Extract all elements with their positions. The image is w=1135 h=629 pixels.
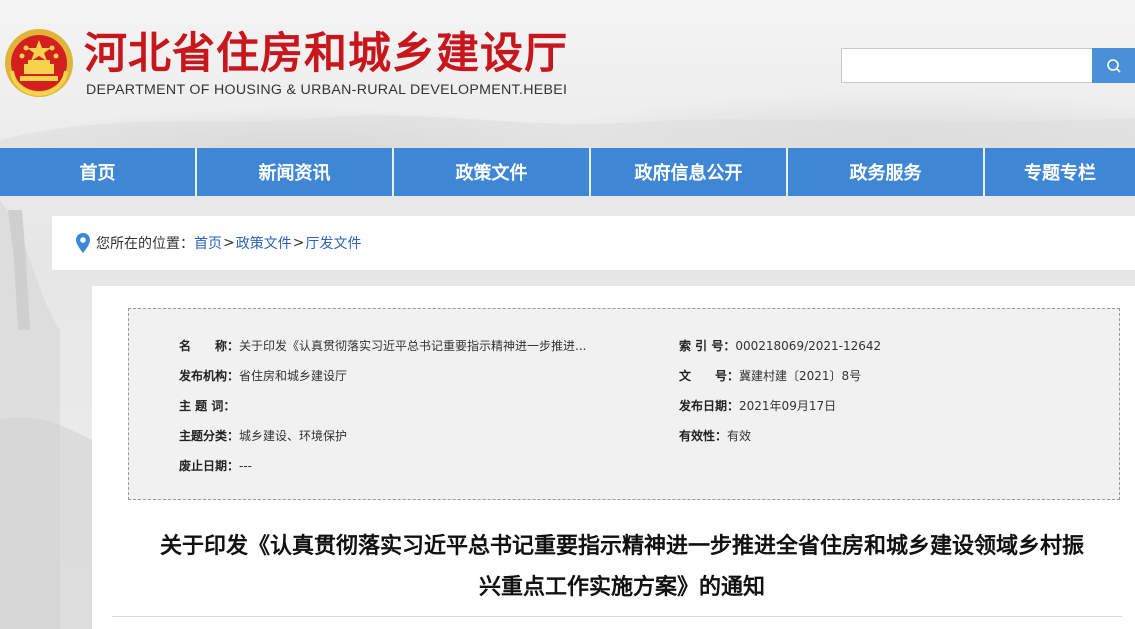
site-subtitle: DEPARTMENT OF HOUSING & URBAN-RURAL DEVE… — [86, 82, 568, 98]
search-icon — [1106, 58, 1121, 73]
breadcrumb-separator: > — [292, 235, 305, 251]
meta-doc-no-value: 冀建村建〔2021〕8号 — [739, 369, 862, 383]
meta-expiry-row: 废止日期： --- — [179, 457, 252, 474]
meta-expiry-value: --- — [239, 458, 253, 473]
meta-category-label: 主题分类： — [179, 429, 240, 443]
site-header: 河北省住房和城乡建设厅 DEPARTMENT OF HOUSING & URBA… — [0, 0, 1135, 148]
content-panel: 名 称： 关于印发《认真贯彻落实习近平总书记重要指示精神进一步推进... 发布机… — [92, 286, 1135, 629]
meta-expiry-label: 废止日期： — [179, 459, 240, 473]
nav-item-policy[interactable]: 政策文件 — [394, 148, 591, 196]
meta-validity-row: 有效性： 有效 — [679, 427, 751, 444]
site-title: 河北省住房和城乡建设厅 — [84, 29, 568, 79]
search-button[interactable] — [1092, 48, 1135, 83]
meta-category-value: 城乡建设、环境保护 — [239, 429, 348, 443]
breadcrumb-separator: > — [223, 235, 235, 251]
document-metadata: 名 称： 关于印发《认真贯彻落实习近平总书记重要指示精神进一步推进... 发布机… — [128, 308, 1120, 500]
meta-name-row: 名 称： 关于印发《认真贯彻落实习近平总书记重要指示精神进一步推进... — [179, 337, 586, 354]
meta-index-row: 索 引 号： 000218069/2021-12642 — [679, 337, 881, 354]
title-divider — [112, 616, 1122, 617]
meta-validity-value: 有效 — [727, 429, 752, 443]
document-title-line: 关于印发《认真贯彻落实习近平总书记重要指示精神进一步推进全省住房和城乡建设领域乡… — [159, 534, 1084, 559]
nav-item-services[interactable]: 政务服务 — [788, 148, 985, 196]
location-pin-icon — [76, 233, 90, 253]
main-nav: 首页 新闻资讯 政策文件 政府信息公开 政务服务 专题专栏 — [0, 148, 1135, 196]
meta-subject-label: 主 题 词： — [179, 399, 236, 413]
breadcrumb-policy[interactable]: 政策文件 — [236, 233, 292, 253]
search-input[interactable] — [841, 48, 1092, 83]
meta-doc-no-row: 文 号： 冀建村建〔2021〕8号 — [679, 367, 861, 384]
meta-index-value: 000218069/2021-12642 — [735, 338, 882, 353]
breadcrumb: 您所在的位置： 首页 > 政策文件 > 厅发文件 — [52, 216, 1135, 270]
meta-name-value: 关于印发《认真贯彻落实习近平总书记重要指示精神进一步推进... — [239, 339, 587, 353]
breadcrumb-prefix: 您所在的位置： — [96, 236, 194, 252]
meta-date-row: 发布日期： 2021年09月17日 — [679, 397, 836, 414]
meta-name-label: 名 称： — [179, 339, 240, 353]
meta-date-label: 发布日期： — [679, 399, 740, 413]
meta-category-row: 主题分类： 城乡建设、环境保护 — [179, 427, 347, 444]
document-title: 关于印发《认真贯彻落实习近平总书记重要指示精神进一步推进全省住房和城乡建设领域乡… — [112, 526, 1132, 608]
search-box — [841, 48, 1135, 83]
breadcrumb-dept-docs[interactable]: 厅发文件 — [305, 233, 361, 253]
meta-index-label: 索 引 号： — [679, 339, 736, 353]
nav-item-topics[interactable]: 专题专栏 — [985, 148, 1135, 196]
meta-validity-label: 有效性： — [679, 429, 728, 443]
meta-org-row: 发布机构： 省住房和城乡建设厅 — [179, 367, 347, 384]
meta-org-value: 省住房和城乡建设厅 — [239, 369, 348, 383]
document-title-line: 兴重点工作实施方案》的通知 — [478, 575, 765, 600]
meta-date-value: 2021年09月17日 — [739, 399, 837, 413]
meta-subject-row: 主 题 词： — [179, 397, 235, 414]
nav-item-home[interactable]: 首页 — [0, 148, 197, 196]
nav-item-gov-info[interactable]: 政府信息公开 — [591, 148, 788, 196]
national-emblem-icon[interactable] — [2, 26, 76, 100]
nav-item-news[interactable]: 新闻资讯 — [197, 148, 394, 196]
meta-org-label: 发布机构： — [179, 369, 240, 383]
breadcrumb-home[interactable]: 首页 — [194, 233, 222, 253]
meta-doc-no-label: 文 号： — [679, 369, 740, 383]
